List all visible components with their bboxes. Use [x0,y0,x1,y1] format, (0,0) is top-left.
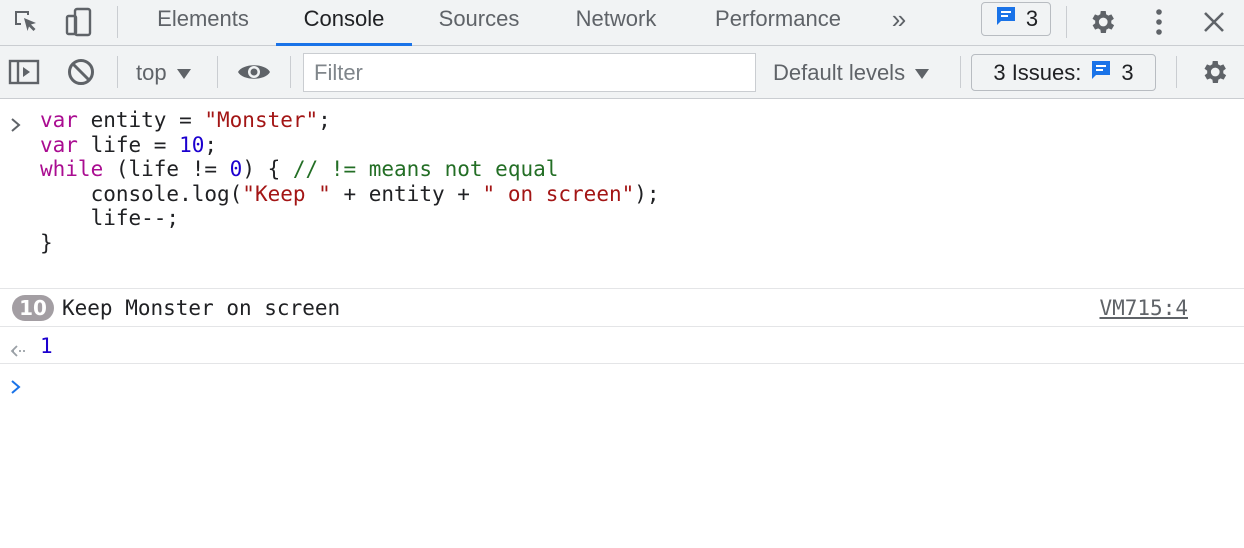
log-message: Keep Monster on screen [62,296,341,320]
repeat-count-badge: 10 [12,295,54,321]
code-token: 10 [179,132,205,157]
code-line: life--; [40,206,660,231]
clear-console-icon[interactable] [62,50,100,94]
code-line: var entity = "Monster"; [40,108,660,133]
code-token: 0 [229,157,243,182]
devtools-tab-bar: Elements Console Sources Network Perform… [0,0,1244,46]
prompt-chevron-icon [10,376,22,400]
close-icon[interactable] [1194,0,1234,44]
tab-console[interactable]: Console [276,0,412,46]
dropdown-arrow-icon [915,60,930,86]
code-token: ); [634,181,660,206]
tab-sources[interactable]: Sources [414,0,544,46]
code-token: ) { [242,157,293,182]
divider [960,56,961,88]
divider [1066,6,1067,38]
issues-button[interactable]: 3 Issues: 3 [971,54,1156,91]
source-link[interactable]: VM715:4 [1099,296,1188,320]
console-input-entry: var entity = "Monster"; var life = 10; whi… [0,100,1244,289]
code-token: "Monster" [204,108,319,132]
code-token: var [40,132,78,157]
input-code: var entity = "Monster"; var life = 10; whi… [40,108,660,256]
messages-count: 3 [1025,6,1039,31]
messages-badge[interactable]: 3 [981,2,1051,36]
inspect-element-icon[interactable] [8,0,44,44]
code-token: } [40,230,53,255]
message-icon [1089,58,1113,88]
code-token: // != means not equal [292,157,559,182]
context-selector[interactable]: top [136,46,191,99]
result-row: 1 [0,327,1244,364]
device-toolbar-icon[interactable] [60,0,98,44]
code-token: (life != [103,157,230,182]
console-toolbar: top Default levels 3 Issues: 3 [0,46,1244,99]
log-levels-dropdown[interactable]: Default levels [773,46,930,99]
code-token: life--; [40,206,180,231]
dropdown-arrow-icon [176,60,191,86]
code-token: + entity + [330,181,483,206]
more-tabs-button[interactable]: » [878,0,920,46]
tab-elements[interactable]: Elements [132,0,274,46]
result-value: 1 [40,334,53,358]
console-settings-gear-icon[interactable] [1194,50,1234,94]
levels-label: Default levels [773,59,906,85]
code-line: var life = 10; [40,133,660,158]
code-token: entity = [77,108,205,132]
issues-label: 3 Issues: [993,59,1082,85]
code-line: } [40,231,660,256]
code-token: ; [318,108,331,132]
divider [217,56,218,88]
tab-performance[interactable]: Performance [688,0,868,46]
console-output: var entity = "Monster"; var life = 10; whi… [0,100,1244,548]
divider [117,56,118,88]
divider [290,56,291,88]
divider [117,6,118,38]
code-token: " on screen" [482,181,635,206]
code-token: life = [77,132,180,157]
settings-gear-icon[interactable] [1082,0,1122,44]
console-prompt[interactable] [0,364,1244,548]
tab-network[interactable]: Network [548,0,684,46]
live-expression-eye-icon[interactable] [234,50,274,94]
issues-count: 3 [1121,59,1134,85]
context-label: top [136,59,167,85]
input-chevron-icon [10,114,22,138]
code-token: ; [204,132,218,157]
code-token: while [40,157,104,182]
result-arrow-icon [10,339,26,363]
code-token: console.log( [40,181,243,206]
log-message-row: 10 Keep Monster on screen VM715:4 [0,289,1244,327]
filter-input[interactable] [303,53,756,92]
message-icon [994,4,1018,34]
code-line: while (life != 0) { // != means not equa… [40,157,660,182]
more-options-icon[interactable] [1140,0,1178,44]
code-token: var [40,108,78,132]
divider [1176,56,1177,88]
code-token: "Keep " [242,181,331,206]
code-line: console.log("Keep " + entity + " on scre… [40,182,660,207]
sidebar-toggle-icon[interactable] [6,50,42,94]
